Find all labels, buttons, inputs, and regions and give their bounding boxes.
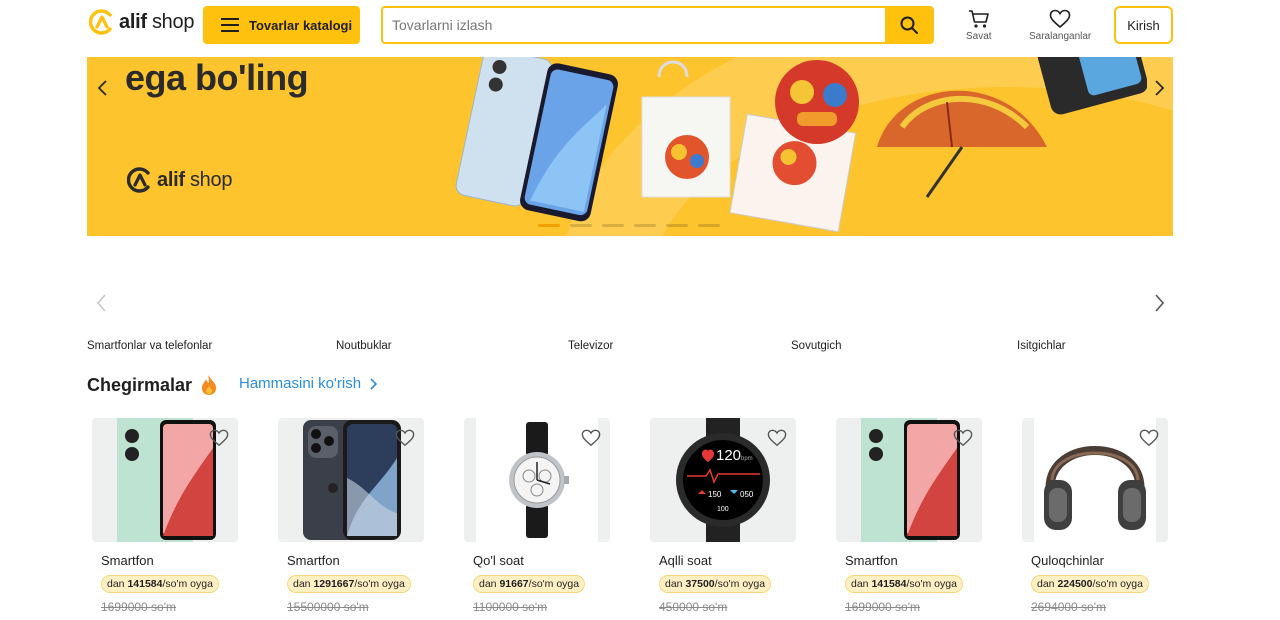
alif-logo-icon	[89, 9, 112, 35]
svg-text:100: 100	[717, 506, 729, 513]
logo-text: alif shop	[119, 10, 195, 33]
slide-dot[interactable]	[602, 224, 624, 227]
smartwatch-bpm: 120	[716, 447, 741, 464]
chevron-right-icon[interactable]	[1150, 79, 1168, 97]
heart-icon	[1049, 9, 1071, 29]
search-button[interactable]	[885, 8, 932, 42]
favorite-heart-icon[interactable]	[209, 428, 229, 448]
section-title-text: Chegirmalar	[87, 374, 193, 395]
search-bar	[381, 6, 934, 44]
monthly-price-badge: dan 91667/so'm oyga	[473, 575, 586, 593]
product-name: Aqlli soat	[659, 553, 712, 568]
section-title: Chegirmalar	[87, 374, 218, 396]
logo[interactable]: alif shop	[89, 9, 194, 35]
svg-text:050: 050	[740, 490, 754, 499]
banner-products-image	[455, 57, 1147, 233]
product-name: Qo'l soat	[473, 553, 524, 568]
old-price: 1699000 so'm	[101, 600, 177, 614]
slide-indicators	[538, 224, 720, 227]
product-name: Smartfon	[101, 553, 154, 568]
favorite-heart-icon[interactable]	[395, 428, 415, 448]
category-tv[interactable]: Televizor	[568, 340, 613, 352]
category-laptops[interactable]: Noutbuklar	[336, 340, 392, 352]
old-price: 450000 so'm	[659, 600, 728, 614]
product-card[interactable]: Qo'l soat dan 91667/so'm oyga 1100000 so…	[459, 418, 629, 618]
old-price: 2694000 so'm	[1031, 600, 1107, 614]
chevron-left-icon[interactable]	[94, 79, 112, 97]
product-card[interactable]: 120 bpm 150 050 100 Aqlli soat dan 37500…	[645, 418, 815, 618]
category-fridge[interactable]: Sovutgich	[791, 340, 842, 352]
product-card[interactable]: Smartfon dan 1291667/so'm oyga 15500000 …	[273, 418, 443, 618]
banner-title: ega bo'ling	[125, 57, 309, 98]
monthly-price-badge: dan 37500/so'm oyga	[659, 575, 772, 593]
search-icon	[900, 16, 918, 34]
monthly-price-badge: dan 141584/so'm oyga	[101, 575, 219, 593]
slide-dot[interactable]	[538, 224, 560, 227]
favorite-heart-icon[interactable]	[767, 428, 787, 448]
see-all-label: Hammasini ko'rish	[239, 375, 362, 392]
category-smartphones[interactable]: Smartfonlar va telefonlar	[87, 340, 212, 352]
chevron-right-icon	[370, 377, 378, 390]
old-price: 1699000 so'm	[845, 600, 921, 614]
monthly-price-badge: dan 224500/so'm oyga	[1031, 575, 1149, 593]
catalog-label: Tovarlar katalogi	[249, 17, 353, 33]
header: alif shop Tovarlar katalogi Savat	[0, 0, 1280, 50]
search-input[interactable]	[383, 8, 885, 42]
banner-logo: alif shop	[127, 167, 232, 193]
chevron-left-icon[interactable]	[94, 292, 110, 314]
favorite-heart-icon[interactable]	[953, 428, 973, 448]
chevron-right-icon[interactable]	[1151, 292, 1167, 314]
hamburger-menu-icon	[221, 18, 239, 32]
slide-dot[interactable]	[698, 224, 720, 227]
favorites-button[interactable]: Saralanganlar	[1029, 9, 1091, 42]
favorite-heart-icon[interactable]	[1139, 428, 1159, 448]
favorite-heart-icon[interactable]	[581, 428, 601, 448]
old-price: 1100000 so'm	[473, 600, 548, 614]
favorites-label: Saralanganlar	[1029, 31, 1092, 42]
slide-dot[interactable]	[666, 224, 688, 227]
product-card[interactable]: Smartfon dan 141584/so'm oyga 1699000 so…	[831, 418, 1001, 618]
monthly-price-badge: dan 141584/so'm oyga	[845, 575, 963, 593]
old-price: 15500000 so'm	[287, 600, 369, 614]
product-name: Quloqchinlar	[1031, 553, 1104, 568]
alif-logo-icon	[127, 167, 150, 193]
fire-icon	[202, 375, 217, 395]
cart-button[interactable]: Savat	[966, 9, 992, 42]
svg-text:bpm: bpm	[741, 456, 753, 462]
slide-dot[interactable]	[570, 224, 592, 227]
product-card[interactable]: Quloqchinlar dan 224500/so'm oyga 269400…	[1017, 418, 1187, 618]
promo-banner[interactable]: ega bo'ling alif shop	[87, 57, 1173, 236]
cart-label: Savat	[966, 31, 992, 42]
monthly-price-badge: dan 1291667/so'm oyga	[287, 575, 411, 593]
login-button[interactable]: Kirish	[1114, 6, 1173, 44]
svg-text:150: 150	[708, 490, 722, 499]
see-all-link[interactable]: Hammasini ko'rish	[239, 375, 379, 392]
product-name: Smartfon	[845, 553, 898, 568]
product-name: Smartfon	[287, 553, 340, 568]
cart-icon	[968, 10, 989, 28]
catalog-button[interactable]: Tovarlar katalogi	[203, 6, 360, 44]
slide-dot[interactable]	[634, 224, 656, 227]
category-heaters[interactable]: Isitgichlar	[1017, 340, 1066, 352]
product-card[interactable]: Smartfon dan 141584/so'm oyga 1699000 so…	[87, 418, 257, 618]
